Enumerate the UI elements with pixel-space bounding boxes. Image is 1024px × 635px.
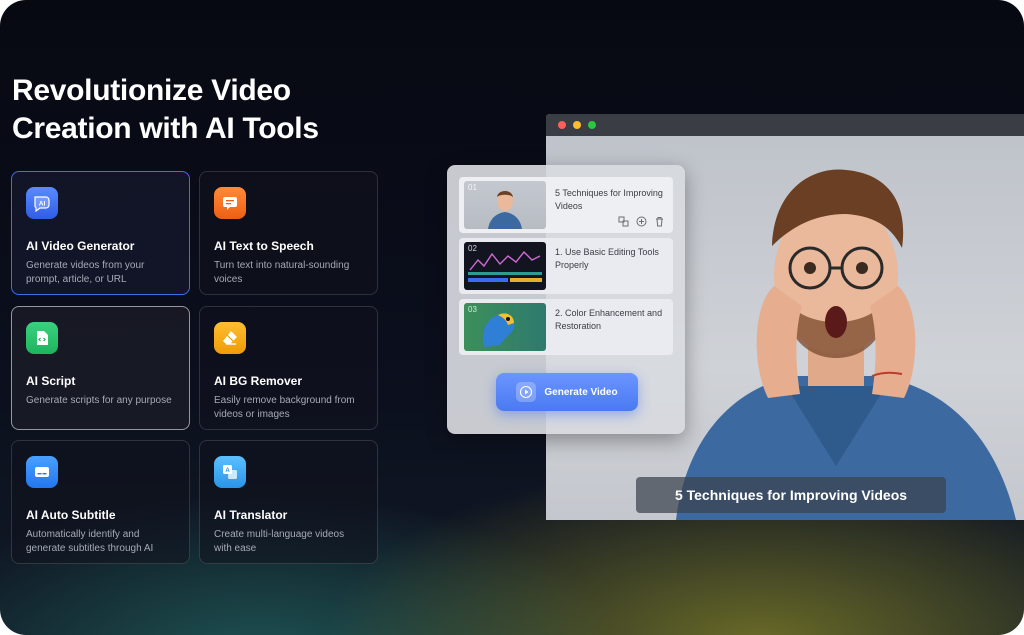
subtitle-icon bbox=[26, 456, 58, 488]
tool-card-title: AI Auto Subtitle bbox=[26, 508, 116, 522]
tool-card-description: Generate videos from your prompt, articl… bbox=[26, 260, 145, 285]
delete-icon[interactable] bbox=[653, 215, 665, 227]
code-file-icon bbox=[26, 322, 58, 354]
tool-card-ai-translator[interactable]: A AI Translator Create multi-language vi… bbox=[199, 440, 378, 564]
tool-card-description: Create multi-language videos with ease bbox=[214, 529, 345, 554]
ai-video-icon: AI bbox=[26, 187, 58, 219]
tool-card-ai-bg-remover[interactable]: AI BG Remover Easily remove background f… bbox=[199, 306, 378, 430]
add-icon[interactable] bbox=[635, 215, 647, 227]
page-title-line-1: Revolutionize Video bbox=[12, 74, 291, 107]
tool-card-title: AI Text to Speech bbox=[214, 239, 314, 253]
tool-card-description: Easily remove background from videos or … bbox=[214, 395, 355, 420]
tool-card-title: AI Script bbox=[26, 374, 76, 388]
svg-text:AI: AI bbox=[39, 201, 46, 208]
segment-thumbnail: 01 bbox=[464, 181, 546, 229]
hero-section: Revolutionize Video Creation with AI Too… bbox=[0, 0, 1024, 635]
segment-text: 2. Color Enhancement and Restoration bbox=[555, 308, 663, 331]
segment-number: 03 bbox=[468, 305, 477, 314]
tool-card-title: AI Translator bbox=[214, 508, 288, 522]
eraser-icon bbox=[214, 322, 246, 354]
tool-card-title: AI BG Remover bbox=[214, 374, 303, 388]
generate-video-label: Generate Video bbox=[544, 386, 618, 398]
video-caption: 5 Techniques for Improving Videos bbox=[636, 477, 946, 513]
segment-text: 5 Techniques for Improving Videos bbox=[555, 188, 663, 211]
segment-number: 02 bbox=[468, 244, 477, 253]
tool-card-ai-auto-subtitle[interactable]: AI Auto Subtitle Automatically identify … bbox=[11, 440, 190, 564]
segment-text: 1. Use Basic Editing Tools Properly bbox=[555, 247, 659, 270]
window-minimize-dot[interactable] bbox=[573, 121, 581, 129]
script-segment[interactable]: 02 1. Use Basic Editing Tools Properly bbox=[459, 238, 673, 294]
tool-card-ai-text-to-speech[interactable]: AI Text to Speech Turn text into natural… bbox=[199, 171, 378, 295]
tool-card-description: Automatically identify and generate subt… bbox=[26, 529, 154, 554]
replace-icon[interactable] bbox=[617, 215, 629, 227]
svg-text:A: A bbox=[225, 468, 230, 474]
window-maximize-dot[interactable] bbox=[588, 121, 596, 129]
segment-tools bbox=[617, 215, 665, 227]
generate-video-button[interactable]: Generate Video bbox=[496, 373, 638, 411]
tool-card-description: Turn text into natural-sounding voices bbox=[214, 260, 350, 285]
page-title: Revolutionize Video Creation with AI Too… bbox=[12, 72, 432, 148]
script-segment[interactable]: 03 2. Color Enhancement and Restoration bbox=[459, 299, 673, 355]
segment-thumbnail: 02 bbox=[464, 242, 546, 290]
translate-icon: A bbox=[214, 456, 246, 488]
tool-card-ai-script[interactable]: AI Script Generate scripts for any purpo… bbox=[11, 306, 190, 430]
ai-video-icon bbox=[516, 382, 537, 402]
tool-card-ai-video-generator[interactable]: AI AI Video Generator Generate videos fr… bbox=[11, 171, 190, 295]
segment-thumbnail: 03 bbox=[464, 303, 546, 351]
window-titlebar bbox=[546, 114, 1024, 136]
page-title-line-2: Creation with AI Tools bbox=[12, 112, 319, 145]
speech-bubble-icon bbox=[214, 187, 246, 219]
segment-number: 01 bbox=[468, 183, 477, 192]
tool-card-title: AI Video Generator bbox=[26, 239, 135, 253]
tool-card-description: Generate scripts for any purpose bbox=[26, 395, 172, 406]
window-close-dot[interactable] bbox=[558, 121, 566, 129]
script-segments-panel: 01 5 Techniques for Improving Videos 02 … bbox=[447, 165, 685, 434]
script-segment[interactable]: 01 5 Techniques for Improving Videos bbox=[459, 177, 673, 233]
